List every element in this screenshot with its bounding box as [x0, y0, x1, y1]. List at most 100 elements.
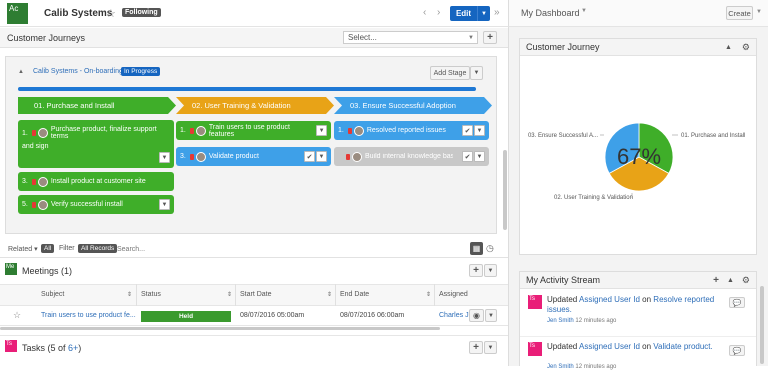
- task-card[interactable]: Build internal knowledge base ✔ ▼: [334, 147, 489, 166]
- comment-icon[interactable]: 💬: [729, 297, 745, 308]
- journey-select[interactable]: Select... ▼: [343, 31, 478, 44]
- sort-icon[interactable]: ⇕: [127, 291, 132, 298]
- favorite-star-icon[interactable]: ☆: [13, 310, 21, 321]
- customer-journey-dashlet: Customer Journey ▲ ⚙ 67% 01. Purchase an…: [519, 38, 757, 255]
- collapse-chevron-icon[interactable]: ▲: [725, 44, 732, 51]
- journey-progress-track: [18, 87, 476, 91]
- task-label: Purchase product, finalize support terms: [50, 126, 157, 140]
- check-icon[interactable]: ✔: [462, 151, 473, 162]
- add-stage-button[interactable]: Add Stage: [430, 66, 470, 80]
- table-row[interactable]: ☆ Train users to use product fe... Held …: [0, 306, 508, 326]
- dashboard-dropdown-icon[interactable]: ▼: [581, 8, 587, 14]
- create-button[interactable]: Create: [726, 6, 753, 20]
- main-scrollbar[interactable]: [503, 150, 507, 230]
- pie-label: 02. User Training & Validation: [554, 195, 633, 201]
- history-clock-icon[interactable]: ◷: [486, 243, 494, 254]
- add-stage-dropdown-icon[interactable]: ▼: [470, 66, 483, 80]
- column-divider: [235, 284, 236, 306]
- all-records-pill[interactable]: All Records: [78, 244, 118, 253]
- stage-3[interactable]: 03. Ensure Successful Adoption: [334, 97, 492, 114]
- favorite-star-icon[interactable]: ☆: [106, 7, 116, 20]
- meeting-start-date: 08/07/2016 05:00am: [240, 312, 305, 319]
- task-flag-icon: [347, 127, 352, 134]
- previous-record-icon[interactable]: ‹: [423, 7, 426, 18]
- tasks-module-icon: Ts: [5, 340, 17, 352]
- task-dropdown-icon[interactable]: ▼: [159, 199, 170, 210]
- task-card[interactable]: 1. Train users to use product features ▼: [176, 121, 331, 140]
- task-label-continued: and sign: [22, 143, 49, 150]
- column-subject[interactable]: Subject: [41, 291, 64, 298]
- add-meeting-button[interactable]: +: [469, 264, 483, 277]
- meeting-subject-link[interactable]: Train users to use product fe...: [41, 312, 136, 319]
- next-record-icon[interactable]: ›: [437, 7, 440, 18]
- column-end-date[interactable]: End Date: [340, 291, 369, 298]
- task-dropdown-icon[interactable]: ▼: [159, 152, 170, 163]
- pie-center-label: 67%: [617, 144, 661, 169]
- column-assigned[interactable]: Assigned: [439, 291, 468, 298]
- dashboard-scrollbar[interactable]: [760, 286, 764, 364]
- journey-select-placeholder: Select...: [348, 33, 377, 42]
- gear-icon[interactable]: ⚙: [742, 275, 750, 286]
- edit-dropdown-icon[interactable]: ▼: [477, 6, 490, 21]
- search-placeholder: Search...: [117, 246, 146, 253]
- activity-author-link[interactable]: Jen Smith: [547, 364, 574, 370]
- task-dropdown-icon[interactable]: ▼: [474, 151, 485, 162]
- journey-progress-fill: [18, 87, 476, 91]
- activity-field-link[interactable]: Assigned User Id: [579, 342, 640, 351]
- gear-icon[interactable]: ⚙: [742, 42, 750, 53]
- task-card[interactable]: 5. Verify successful install ▼: [18, 195, 174, 214]
- task-dropdown-icon[interactable]: ▼: [316, 151, 327, 162]
- edit-button[interactable]: Edit: [450, 6, 477, 21]
- collapse-chevron-icon[interactable]: ▲: [18, 69, 24, 75]
- sort-icon[interactable]: ⇕: [327, 291, 332, 298]
- user-avatar: [195, 151, 206, 162]
- related-dropdown[interactable]: Related ▾: [8, 245, 38, 253]
- customer-journeys-bar: Customer Journeys Select... ▼ +: [0, 28, 508, 48]
- following-button[interactable]: Following: [122, 8, 161, 17]
- sort-icon[interactable]: ⇕: [426, 291, 431, 298]
- task-dropdown-icon[interactable]: ▼: [474, 125, 485, 136]
- meeting-assigned-link[interactable]: Charles J: [439, 312, 469, 319]
- dashboard-title[interactable]: My Dashboard: [521, 8, 580, 18]
- journey-title[interactable]: Calib Systems - On-boarding: [33, 68, 123, 75]
- search-input[interactable]: Search...: [117, 243, 462, 255]
- meetings-dropdown-icon[interactable]: ▼: [484, 264, 497, 277]
- sort-icon[interactable]: ⇕: [227, 291, 232, 298]
- task-number: 1.: [22, 129, 28, 137]
- check-icon[interactable]: ✔: [462, 125, 473, 136]
- comment-icon[interactable]: 💬: [729, 345, 745, 356]
- task-card[interactable]: 1. Resolved reported issues ✔ ▼: [334, 121, 489, 140]
- dashlet-header: My Activity Stream + ▲ ⚙: [520, 272, 756, 289]
- row-actions-dropdown-icon[interactable]: ▼: [485, 309, 497, 322]
- task-label: Install product at customer site: [50, 178, 146, 185]
- grid-view-icon[interactable]: ▦: [470, 242, 483, 255]
- toggle-sidebar-icon[interactable]: »: [494, 7, 500, 18]
- task-number: 3.: [180, 153, 186, 160]
- tasks-more-link[interactable]: 6+: [68, 343, 78, 353]
- activity-text: Updated Assigned User Id on Resolve repo…: [547, 295, 719, 315]
- task-dropdown-icon[interactable]: ▼: [316, 125, 327, 136]
- task-card[interactable]: 1. Purchase product, finalize support te…: [18, 120, 174, 168]
- user-avatar: [352, 151, 362, 162]
- stage-2[interactable]: 02. User Training & Validation: [176, 97, 334, 114]
- create-dropdown-icon[interactable]: ▼: [756, 9, 762, 15]
- add-post-icon[interactable]: +: [713, 275, 719, 286]
- column-status[interactable]: Status: [141, 291, 161, 298]
- activity-record-link[interactable]: Validate product.: [653, 342, 712, 351]
- preview-eye-icon[interactable]: ◉: [469, 309, 484, 322]
- meeting-end-date: 08/07/2016 06:00am: [340, 312, 405, 319]
- stage-1[interactable]: 01. Purchase and Install: [18, 97, 176, 114]
- activity-author-link[interactable]: Jen Smith: [547, 318, 574, 324]
- tasks-dropdown-icon[interactable]: ▼: [484, 341, 497, 354]
- related-label: Related: [8, 246, 33, 253]
- add-journey-button[interactable]: +: [483, 31, 497, 44]
- collapse-chevron-icon[interactable]: ▲: [727, 277, 734, 284]
- check-icon[interactable]: ✔: [304, 151, 315, 162]
- task-card[interactable]: 3. Validate product ✔ ▼: [176, 147, 331, 166]
- column-start-date[interactable]: Start Date: [240, 291, 272, 298]
- horizontal-scrollbar[interactable]: [0, 327, 440, 330]
- add-task-button[interactable]: +: [469, 341, 483, 354]
- task-card[interactable]: 3. Install product at customer site: [18, 172, 174, 191]
- related-all-pill[interactable]: All: [41, 244, 55, 253]
- activity-field-link[interactable]: Assigned User Id: [579, 295, 640, 304]
